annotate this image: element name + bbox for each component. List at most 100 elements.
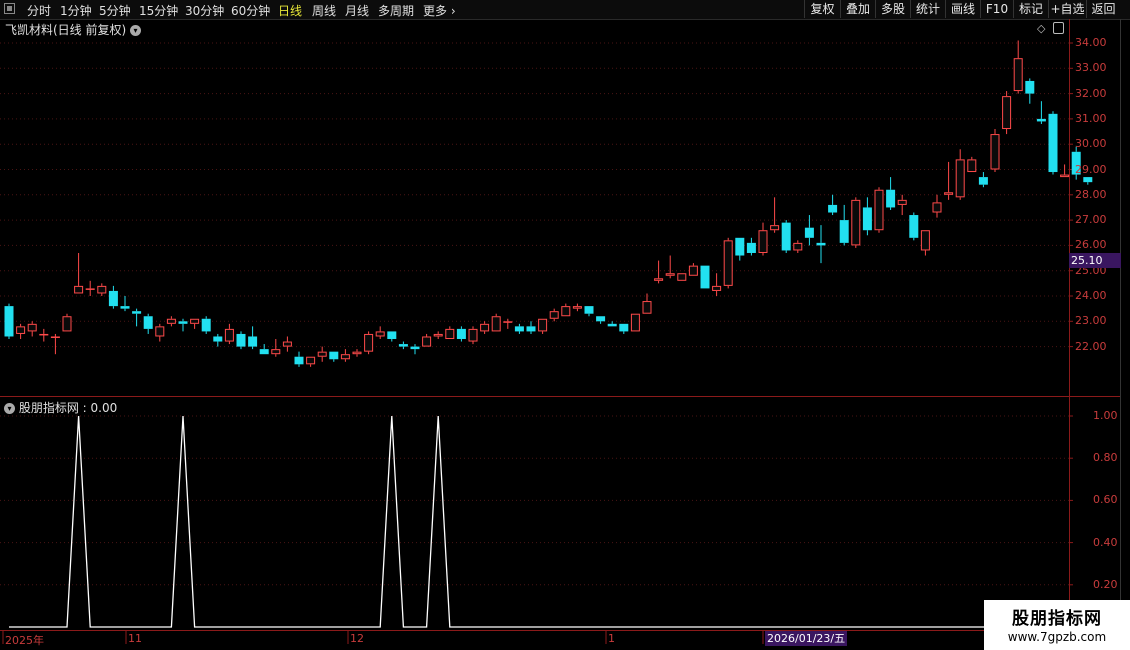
candle xyxy=(306,356,316,367)
candle xyxy=(538,318,548,334)
candle-body xyxy=(224,328,234,342)
candle xyxy=(967,156,977,173)
candle xyxy=(62,313,72,332)
candle-body xyxy=(770,225,780,231)
candle xyxy=(804,215,814,246)
candle-body xyxy=(306,356,316,365)
candle xyxy=(700,265,710,289)
indicator-title: 股朋指标网 : 0.00 xyxy=(18,401,118,415)
candle xyxy=(630,313,640,332)
watermark-url: www.7gpzb.com xyxy=(1007,630,1107,644)
candle-body xyxy=(271,349,281,355)
price-tick-label: 33.00 xyxy=(1075,61,1107,75)
candle xyxy=(433,331,443,340)
candle xyxy=(201,316,211,334)
candle-body xyxy=(329,351,339,360)
candle xyxy=(39,328,49,342)
candle xyxy=(526,321,536,334)
candle-body xyxy=(166,318,176,324)
price-tick-label: 29.00 xyxy=(1075,162,1107,176)
cursor-date-tag: 2026/01/23/五 xyxy=(765,631,848,646)
price-tick-label: 32.00 xyxy=(1075,86,1107,100)
candle-body xyxy=(526,326,536,332)
candle-body xyxy=(1025,80,1035,94)
candle xyxy=(16,323,26,340)
candle xyxy=(619,323,629,334)
candle-body xyxy=(468,328,478,342)
candle-body xyxy=(665,273,675,276)
candle-body xyxy=(120,306,130,309)
candle xyxy=(596,316,606,324)
candle-body xyxy=(874,189,884,231)
candle xyxy=(50,333,60,355)
candle xyxy=(665,255,675,279)
candle xyxy=(793,240,803,253)
candle xyxy=(480,321,490,334)
candle-body xyxy=(178,321,188,324)
candle xyxy=(329,351,339,362)
candle xyxy=(456,326,466,342)
candle xyxy=(584,306,594,317)
candle-body xyxy=(978,177,988,185)
candle xyxy=(978,172,988,188)
candle-body xyxy=(4,306,14,337)
candle-body xyxy=(932,202,942,213)
candle-body xyxy=(746,242,756,253)
candle xyxy=(224,323,234,345)
candle-body xyxy=(190,318,200,324)
candle-body xyxy=(816,242,826,246)
candle xyxy=(294,351,304,367)
candle xyxy=(445,326,455,340)
candle-body xyxy=(758,230,768,253)
indicator-tick-label: 0.20 xyxy=(1093,577,1118,591)
candle xyxy=(677,273,687,281)
candle-body xyxy=(503,321,513,323)
candle xyxy=(317,346,327,362)
candle-body xyxy=(828,204,838,213)
candle xyxy=(1002,91,1012,135)
candle xyxy=(920,230,930,256)
candle-body xyxy=(422,336,432,347)
candle xyxy=(746,237,756,256)
candle xyxy=(166,316,176,327)
candle xyxy=(572,303,582,312)
candle-body xyxy=(317,351,327,357)
candle-body xyxy=(1060,174,1070,178)
candle xyxy=(607,321,617,327)
candle-body xyxy=(433,333,443,337)
candle-body xyxy=(1083,177,1093,183)
grid-lines xyxy=(0,42,1073,348)
candle-body xyxy=(85,288,95,290)
candle-body xyxy=(920,230,930,251)
candle xyxy=(259,344,269,355)
candle xyxy=(271,339,281,357)
chart-canvas[interactable] xyxy=(0,0,1130,650)
current-price-tag: 25.10 xyxy=(1069,253,1121,268)
candle-body xyxy=(677,273,687,281)
candle-body xyxy=(364,333,374,352)
candle xyxy=(503,318,513,329)
candle-body xyxy=(50,336,60,338)
candle xyxy=(143,313,153,334)
time-label: 11 xyxy=(128,632,142,645)
chevron-down-icon[interactable]: ▾ xyxy=(4,403,15,414)
candle-body xyxy=(642,301,652,314)
candle xyxy=(282,336,292,352)
candle xyxy=(990,129,1000,173)
candle xyxy=(1048,111,1058,175)
candle-body xyxy=(201,318,211,332)
candle xyxy=(85,280,95,296)
candle xyxy=(213,333,223,347)
candle xyxy=(654,260,664,284)
candle-body xyxy=(897,199,907,205)
candle-body xyxy=(839,220,849,243)
price-tick-label: 34.00 xyxy=(1075,36,1107,49)
candlestick-series xyxy=(4,40,1093,367)
candle-body xyxy=(74,285,84,294)
candle-body xyxy=(990,134,1000,170)
candle-body xyxy=(793,242,803,251)
candle xyxy=(468,326,478,345)
candle xyxy=(108,285,118,309)
candle xyxy=(236,331,246,350)
candle xyxy=(178,318,188,332)
